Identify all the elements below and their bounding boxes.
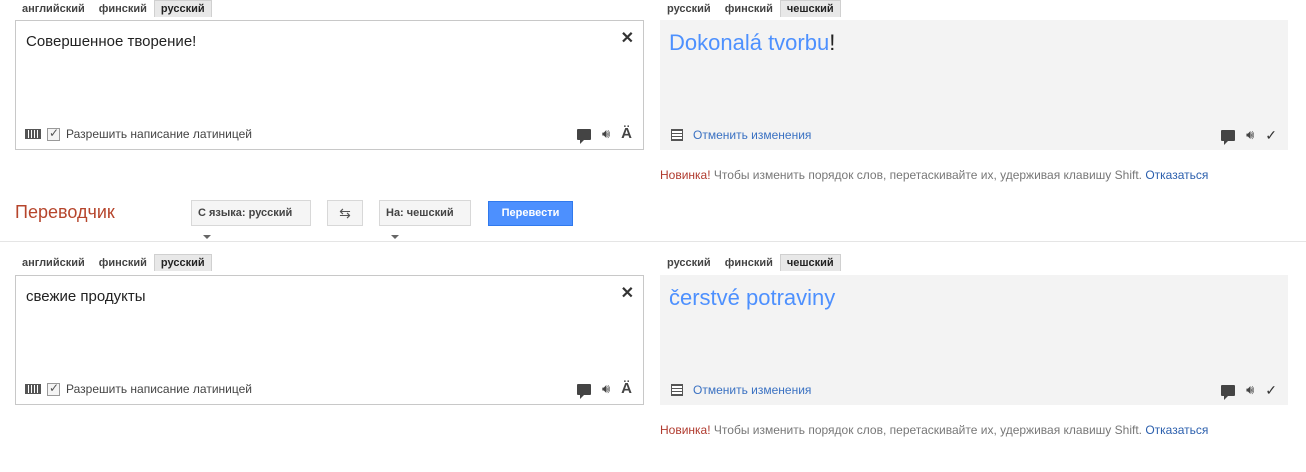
translation-panel-bottom: английский финский русский русский финск… (0, 254, 1306, 472)
chevron-down-icon (203, 235, 211, 240)
chevron-down-icon (391, 235, 399, 240)
tab-target-czech[interactable]: чешский (779, 254, 841, 271)
tab-target-russian[interactable]: русский (660, 254, 718, 271)
checkmark-icon[interactable]: ✓ (1265, 127, 1277, 143)
translation-panel-top: английский финский русский русский финск… (0, 0, 1306, 188)
comment-icon[interactable] (576, 128, 591, 144)
result-panel: Dokonalá tvorbu! Отменить изменения 🔊︎ ✓ (660, 20, 1288, 150)
close-icon[interactable]: ✕ (621, 28, 634, 48)
close-icon[interactable]: ✕ (621, 283, 634, 303)
result-tools: Отменить изменения (671, 128, 811, 142)
umlaut-icon[interactable]: Ä (621, 126, 632, 142)
result-right-tools: 🔊︎ ✓ (1221, 382, 1277, 400)
keyboard-icon[interactable] (25, 129, 41, 139)
source-right-tools: 🔊︎ Ä (576, 381, 632, 399)
source-textarea[interactable]: Совершенное творение! ✕ Разрешить написа… (15, 20, 644, 150)
result-text[interactable]: Dokonalá tvorbu! (669, 30, 835, 56)
dismiss-link[interactable]: Отказаться (1145, 168, 1208, 182)
tab-source-russian[interactable]: русский (153, 0, 212, 17)
comment-icon[interactable] (1221, 129, 1236, 145)
target-language-dropdown[interactable]: На: чешский (379, 200, 471, 240)
notice-text: Чтобы изменить порядок слов, перетаскива… (710, 168, 1146, 182)
speaker-icon[interactable]: 🔊︎ (1246, 382, 1254, 398)
swap-languages-button[interactable]: ⇆ (327, 200, 363, 226)
tab-source-english[interactable]: английский (15, 0, 92, 17)
divider (0, 241, 1306, 242)
comment-icon[interactable] (576, 383, 591, 399)
umlaut-icon[interactable]: Ä (621, 381, 632, 397)
tab-target-finnish[interactable]: финский (718, 0, 780, 17)
target-language-label: На: чешский (386, 207, 454, 219)
undo-changes-link[interactable]: Отменить изменения (693, 128, 811, 142)
notice-text: Чтобы изменить порядок слов, перетаскива… (710, 423, 1146, 437)
tab-source-finnish[interactable]: финский (92, 0, 154, 17)
source-text: Совершенное творение! (26, 33, 197, 50)
translator-toolbar: Переводчик С языка: русский ⇆ На: чешски… (0, 200, 1306, 240)
latin-input-label: Разрешить написание латиницей (66, 382, 252, 396)
notice-line: Новинка! Чтобы изменить порядок слов, пе… (660, 168, 1208, 182)
source-textarea[interactable]: свежие продукты ✕ Разрешить написание ла… (15, 275, 644, 405)
notice-new-badge: Новинка! (660, 168, 711, 182)
result-punctuation: ! (829, 30, 836, 55)
latin-input-label: Разрешить написание латиницей (66, 127, 252, 141)
source-lang-tabs: английский финский русский (15, 254, 212, 271)
source-tools: Разрешить написание латиницей (25, 126, 252, 141)
checkbox-icon[interactable] (47, 381, 60, 396)
speaker-icon[interactable]: 🔊︎ (602, 126, 610, 142)
tab-source-finnish[interactable]: финский (92, 254, 154, 271)
source-language-label: С языка: русский (198, 207, 293, 219)
checkmark-icon[interactable]: ✓ (1265, 382, 1277, 398)
tab-source-english[interactable]: английский (15, 254, 92, 271)
target-lang-tabs: русский финский чешский (660, 0, 841, 17)
app-title: Переводчик (15, 202, 115, 222)
result-words[interactable]: Dokonalá tvorbu (669, 30, 829, 55)
keyboard-icon[interactable] (25, 384, 41, 394)
speaker-icon[interactable]: 🔊︎ (1246, 127, 1254, 143)
swap-icon: ⇆ (339, 205, 351, 221)
source-right-tools: 🔊︎ Ä (576, 126, 632, 144)
document-icon[interactable] (671, 384, 683, 396)
undo-changes-link[interactable]: Отменить изменения (693, 383, 811, 397)
translate-button[interactable]: Перевести (488, 201, 573, 226)
result-right-tools: 🔊︎ ✓ (1221, 127, 1277, 145)
speaker-icon[interactable]: 🔊︎ (602, 381, 610, 397)
source-text: свежие продукты (26, 288, 146, 305)
notice-line: Новинка! Чтобы изменить порядок слов, пе… (660, 423, 1208, 437)
source-language-dropdown[interactable]: С языка: русский (191, 200, 311, 240)
tab-source-russian[interactable]: русский (153, 254, 212, 271)
tab-target-finnish[interactable]: финский (718, 254, 780, 271)
result-text[interactable]: čerstvé potraviny (669, 285, 835, 311)
result-panel: čerstvé potraviny Отменить изменения 🔊︎ … (660, 275, 1288, 405)
source-lang-tabs: английский финский русский (15, 0, 212, 17)
result-tools: Отменить изменения (671, 383, 811, 397)
tab-target-czech[interactable]: чешский (779, 0, 841, 17)
checkbox-icon[interactable] (47, 126, 60, 141)
document-icon[interactable] (671, 129, 683, 141)
comment-icon[interactable] (1221, 384, 1236, 400)
target-lang-tabs: русский финский чешский (660, 254, 841, 271)
notice-new-badge: Новинка! (660, 423, 711, 437)
source-tools: Разрешить написание латиницей (25, 381, 252, 396)
result-words[interactable]: čerstvé potraviny (669, 285, 835, 310)
dismiss-link[interactable]: Отказаться (1145, 423, 1208, 437)
tab-target-russian[interactable]: русский (660, 0, 718, 17)
